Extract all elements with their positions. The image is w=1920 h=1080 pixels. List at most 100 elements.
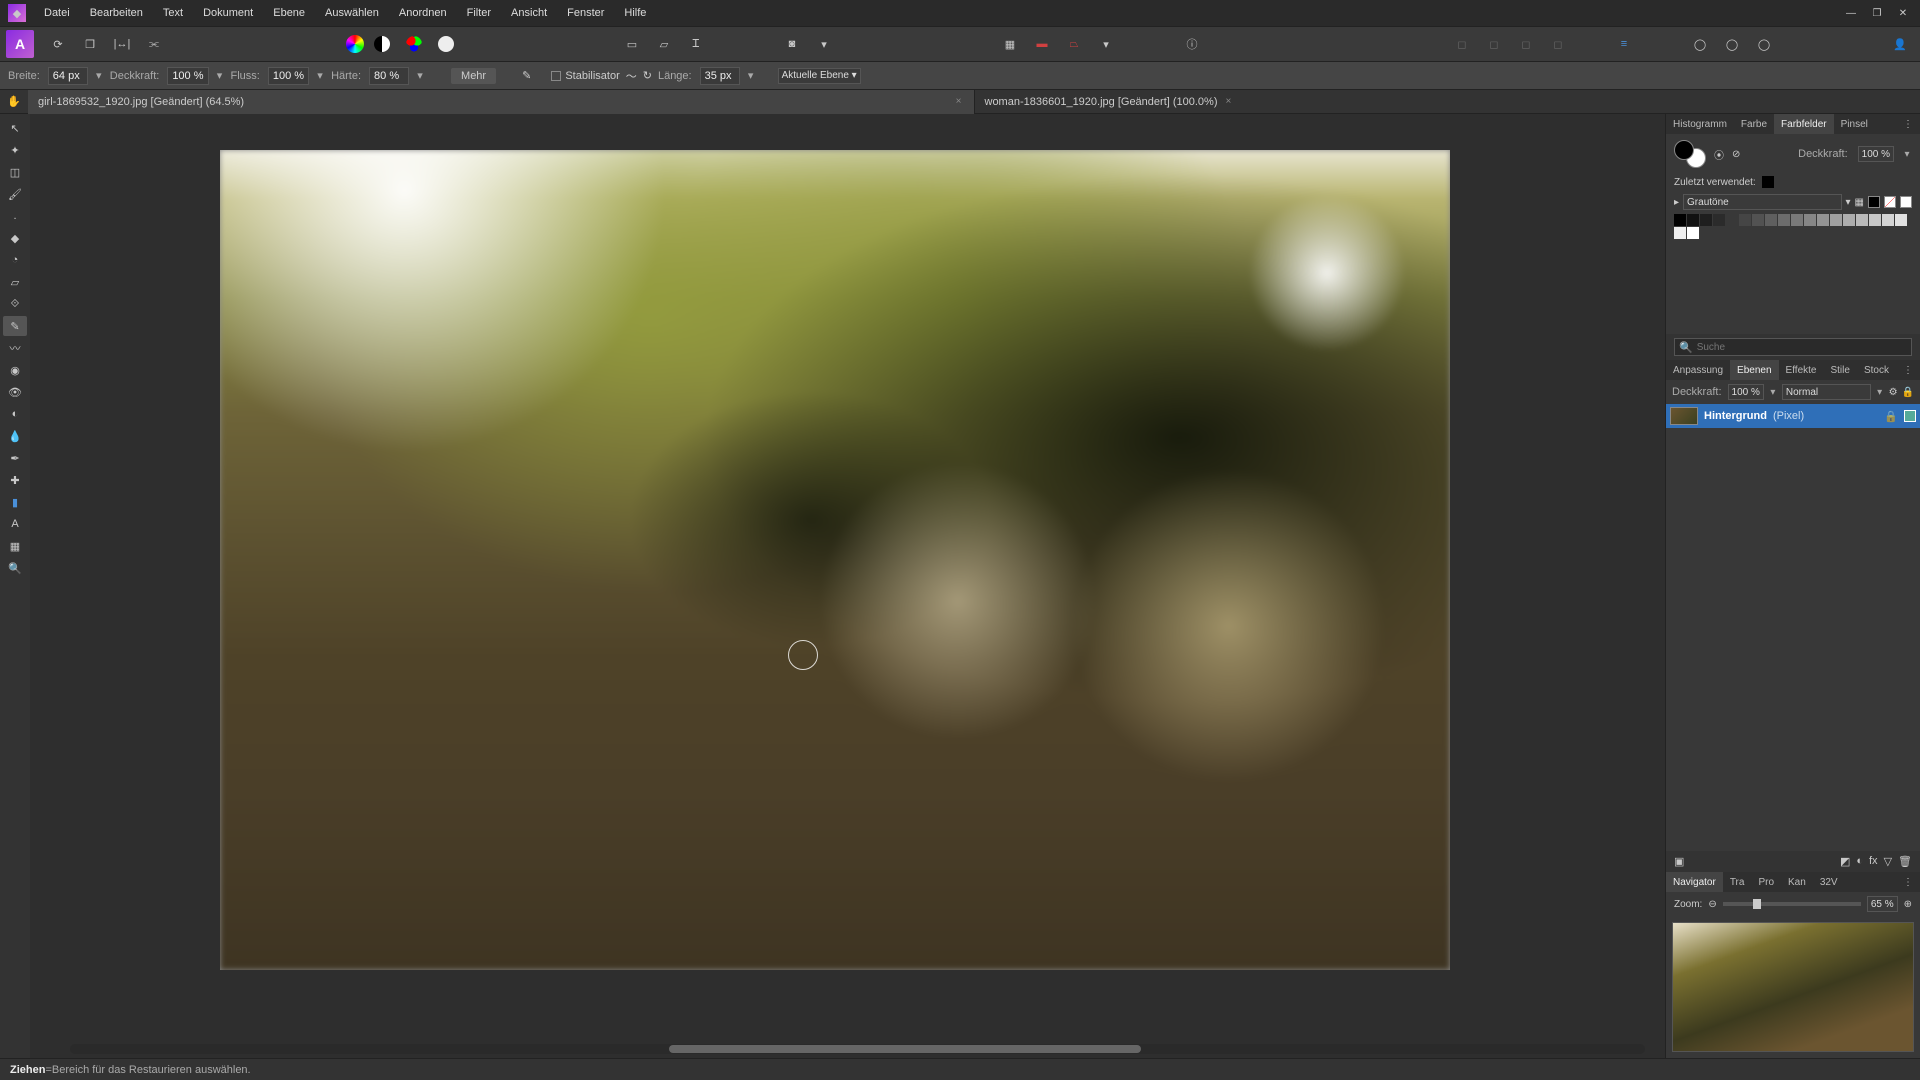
crop-layer-icon[interactable]: ▽ <box>1884 855 1892 868</box>
dropdown-icon[interactable]: ▾ <box>810 30 838 58</box>
blur-tool[interactable]: ◉ <box>3 360 27 380</box>
swatch[interactable] <box>1817 214 1829 226</box>
smudge-tool[interactable]: 〰 <box>3 338 27 358</box>
refresh-icon[interactable]: ⟳ <box>44 30 72 58</box>
layer-opacity-input[interactable]: 100 % <box>1728 384 1764 400</box>
rgb-icon[interactable] <box>400 30 428 58</box>
more-button[interactable]: Mehr <box>451 68 496 84</box>
layer-item[interactable]: Hintergrund (Pixel) 🔒 <box>1666 404 1920 428</box>
selection-brush-tool[interactable]: ◐ <box>3 404 27 424</box>
swatch[interactable] <box>1687 214 1699 226</box>
swatch[interactable] <box>1882 214 1894 226</box>
panel-tab-farbe[interactable]: Farbe <box>1734 114 1774 134</box>
flag-icon[interactable]: ▬ <box>1028 30 1056 58</box>
canvas-viewport[interactable] <box>30 114 1665 1058</box>
swatch[interactable] <box>1843 214 1855 226</box>
recent-swatch[interactable] <box>1762 176 1774 188</box>
palette-white-swatch[interactable] <box>1900 196 1912 208</box>
pencil-tool[interactable]: . <box>3 206 27 226</box>
swatch-opacity-input[interactable]: 100 % <box>1858 146 1894 162</box>
adjustment-icon[interactable]: ◐ <box>1856 855 1863 868</box>
layer-visible-checkbox[interactable] <box>1904 410 1916 422</box>
none-color-icon[interactable]: ⊘ <box>1732 149 1740 160</box>
menu-anordnen[interactable]: Anordnen <box>389 0 457 26</box>
panel-tab-anpassung[interactable]: Anpassung <box>1666 360 1730 380</box>
pressure-icon[interactable]: ✎ <box>522 69 531 82</box>
quickmask-icon[interactable]: ◙ <box>778 30 806 58</box>
layer-scope-select[interactable]: Aktuelle Ebene ▾ <box>778 68 861 84</box>
menu-ebene[interactable]: Ebene <box>263 0 315 26</box>
panel-tab-navigator[interactable]: Navigator <box>1666 872 1723 892</box>
swatch[interactable] <box>1856 214 1868 226</box>
panel-tab-farbfelder[interactable]: Farbfelder <box>1774 114 1834 134</box>
swatch[interactable] <box>1804 214 1816 226</box>
palette-menu-icon[interactable]: ▾ <box>1846 197 1851 208</box>
mirror-icon[interactable]: |↔| <box>108 30 136 58</box>
white-circle-icon[interactable] <box>432 30 460 58</box>
menu-dokument[interactable]: Dokument <box>193 0 263 26</box>
swatch[interactable] <box>1791 214 1803 226</box>
swatch[interactable] <box>1674 214 1686 226</box>
menu-auswählen[interactable]: Auswählen <box>315 0 389 26</box>
swatch[interactable] <box>1726 214 1738 226</box>
color-wheel-icon[interactable] <box>346 35 364 53</box>
align-icon[interactable]: ≡ <box>1610 30 1638 58</box>
zoom-value[interactable]: 65 % <box>1867 896 1898 912</box>
zoom-slider[interactable] <box>1723 902 1861 906</box>
blend-mode-select[interactable]: Normal <box>1782 384 1871 400</box>
fg-bg-color[interactable] <box>1674 140 1706 168</box>
delete-layer-icon[interactable]: 🗑 <box>1898 855 1912 868</box>
flow-input[interactable]: 100 % <box>268 67 309 85</box>
node-tool[interactable]: ✦ <box>3 140 27 160</box>
clone-tool[interactable]: ⟐ <box>3 294 27 314</box>
maximize-button[interactable]: ❐ <box>1864 0 1890 26</box>
width-dropdown-icon[interactable]: ▾ <box>94 69 104 82</box>
redeye-tool[interactable]: 👁 <box>3 382 27 402</box>
move-tool[interactable]: ↖ <box>3 118 27 138</box>
share-icon[interactable]: ⫘ <box>140 30 168 58</box>
blend-dropdown-icon[interactable]: ▾ <box>1875 387 1885 398</box>
bw-circle-icon[interactable] <box>368 30 396 58</box>
hardness-input[interactable]: 80 % <box>369 67 409 85</box>
panel-tab-kan[interactable]: Kan <box>1781 872 1813 892</box>
healing-tool[interactable]: ✚ <box>3 470 27 490</box>
brush-tool[interactable]: 🖌 <box>3 184 27 204</box>
panel-tab-stile[interactable]: Stile <box>1823 360 1856 380</box>
width-input[interactable]: 64 px <box>48 67 88 85</box>
pen-tool[interactable]: ✒ <box>3 448 27 468</box>
menu-fenster[interactable]: Fenster <box>557 0 614 26</box>
circle3-icon[interactable]: ◯ <box>1750 30 1778 58</box>
swatch[interactable] <box>1713 214 1725 226</box>
fill-tool[interactable]: ◆ <box>3 228 27 248</box>
palette-arrow-icon[interactable]: ▸ <box>1674 197 1679 208</box>
circle1-icon[interactable]: ◯ <box>1686 30 1714 58</box>
inpaint-tool[interactable]: ✎ <box>3 316 27 336</box>
dropdown2-icon[interactable]: ▾ <box>1092 30 1120 58</box>
panel-tab-32v[interactable]: 32V <box>1813 872 1845 892</box>
palette-select[interactable]: Grautöne <box>1683 194 1841 210</box>
opacity-input[interactable]: 100 % <box>167 67 208 85</box>
menu-filter[interactable]: Filter <box>457 0 501 26</box>
selection-rect-icon[interactable]: ▭ <box>618 30 646 58</box>
mesh-tool[interactable]: ▦ <box>3 536 27 556</box>
document-tab[interactable]: girl-1869532_1920.jpg [Geändert] (64.5%)… <box>28 90 974 114</box>
search-input[interactable] <box>1693 342 1907 353</box>
length-input[interactable]: 35 px <box>700 67 740 85</box>
swatch[interactable] <box>1765 214 1777 226</box>
swatch[interactable] <box>1700 214 1712 226</box>
swatch[interactable] <box>1830 214 1842 226</box>
document-tab[interactable]: woman-1836601_1920.jpg [Geändert] (100.0… <box>974 90 1920 114</box>
layer-gear-icon[interactable]: ⚙ <box>1889 387 1898 398</box>
panel-menu-icon[interactable]: ⋮ <box>1896 872 1920 892</box>
panel-tab-stock[interactable]: Stock <box>1857 360 1896 380</box>
menu-hilfe[interactable]: Hilfe <box>614 0 656 26</box>
tab-close-icon[interactable]: × <box>1224 96 1234 107</box>
mask-icon[interactable]: ◩ <box>1840 855 1850 868</box>
tab-close-icon[interactable]: × <box>954 96 964 107</box>
cube-icon[interactable]: ❒ <box>76 30 104 58</box>
palette-black-swatch[interactable] <box>1868 196 1880 208</box>
panel-tab-pinsel[interactable]: Pinsel <box>1834 114 1875 134</box>
stabilizer-checkbox[interactable]: Stabilisator <box>551 70 619 82</box>
dodge-tool[interactable]: 💧 <box>3 426 27 446</box>
eyedropper-icon[interactable]: ⦿ <box>1714 147 1724 162</box>
